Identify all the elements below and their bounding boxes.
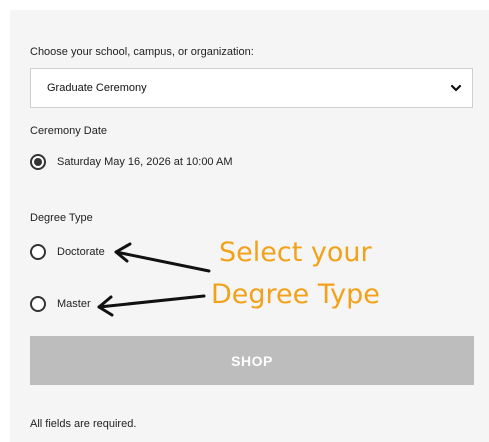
chevron-down-icon xyxy=(450,84,462,92)
required-fields-note: All fields are required. xyxy=(30,418,137,430)
ceremony-date-option-label: Saturday May 16, 2026 at 10:00 AM xyxy=(57,156,233,168)
school-select-label: Choose your school, campus, or organizat… xyxy=(30,46,254,58)
ceremony-date-radio[interactable] xyxy=(30,154,46,170)
annotation-line-1: Select your xyxy=(219,237,372,268)
shop-button[interactable]: SHOP xyxy=(30,336,474,385)
degree-type-label: Degree Type xyxy=(30,212,93,224)
master-label: Master xyxy=(57,298,91,310)
ceremony-date-label: Ceremony Date xyxy=(30,125,108,137)
doctorate-radio[interactable] xyxy=(30,244,46,260)
school-select-value: Graduate Ceremony xyxy=(47,82,147,94)
doctorate-label: Doctorate xyxy=(57,246,105,258)
master-radio[interactable] xyxy=(30,296,46,312)
school-select[interactable]: Graduate Ceremony xyxy=(30,68,473,108)
annotation-line-2: Degree Type xyxy=(211,279,380,310)
